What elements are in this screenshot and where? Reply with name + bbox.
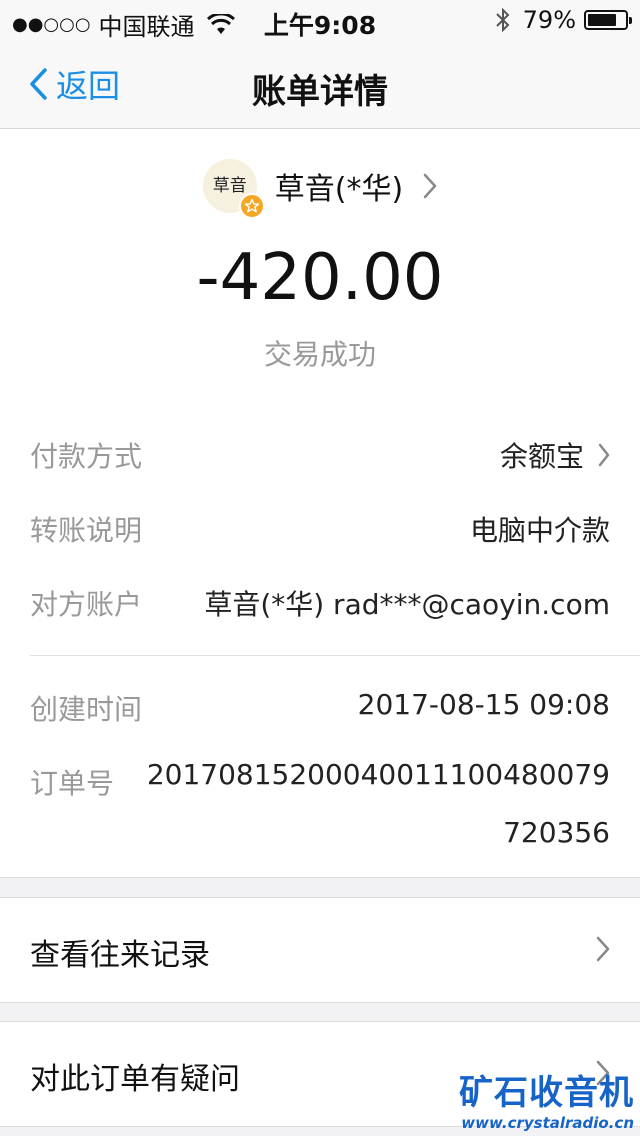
transfer-note-value: 电脑中介款 xyxy=(469,514,610,547)
order-number-line2: 720356 xyxy=(503,816,610,849)
divider xyxy=(30,655,640,656)
payee-name: 草音(*华) xyxy=(274,172,404,207)
counterparty-account-label: 对方账户 xyxy=(30,588,143,621)
battery-percent: 79% xyxy=(522,6,576,34)
view-history-label: 查看往来记录 xyxy=(30,938,210,973)
chevron-right-icon xyxy=(598,443,610,467)
transfer-note-row: 转账说明 电脑中介款 xyxy=(30,503,610,553)
page-title: 账单详情 xyxy=(252,72,388,112)
status-bar: ●●○○○ 中国联通 上午9:08 79% xyxy=(0,0,640,41)
created-time-value: 2017-08-15 09:08 xyxy=(357,688,610,721)
payment-method-row[interactable]: 付款方式 余额宝 xyxy=(30,429,610,479)
watermark-url: www.crystalradio.cn xyxy=(461,1114,634,1132)
transaction-amount: -420.00 xyxy=(196,241,444,315)
counterparty-account-row: 对方账户 草音(*华) rad***@caoyin.com xyxy=(30,577,610,627)
view-history-button[interactable]: 查看往来记录 xyxy=(0,897,640,1003)
navigation-bar: 返回 账单详情 xyxy=(0,40,640,129)
transfer-note-label: 转账说明 xyxy=(30,514,143,547)
order-number-row: 订单号 2017081520004001110048007​9 720356 xyxy=(30,756,610,856)
order-question-label: 对此订单有疑问 xyxy=(30,1062,240,1097)
battery-icon xyxy=(584,10,632,30)
star-badge-icon xyxy=(238,193,265,219)
created-time-row: 创建时间 2017-08-15 09:08 xyxy=(30,682,610,732)
bluetooth-icon xyxy=(495,7,510,33)
bill-detail-card: 草音 草音(*华) -420.00 交易成功 付款方式 余额宝 转账说明 电脑中… xyxy=(0,129,640,878)
payee-row[interactable]: 草音 草音(*华) xyxy=(0,155,640,219)
chevron-right-icon xyxy=(596,936,610,962)
order-number-label: 订单号 xyxy=(30,767,115,800)
chevron-right-icon xyxy=(423,173,437,199)
transaction-status: 交易成功 xyxy=(263,338,376,371)
avatar: 草音 xyxy=(202,159,265,219)
watermark-title: 矿石收音机 xyxy=(459,1073,634,1113)
payment-method-value: 余额宝 xyxy=(499,440,584,473)
counterparty-account-value: 草音(*华) rad***@caoyin.com xyxy=(204,588,610,621)
order-number-line1: 2017081520004001110048007​9 xyxy=(146,758,610,791)
created-time-label: 创建时间 xyxy=(30,693,143,726)
watermark: 矿石收音机 www.crystalradio.cn xyxy=(459,1065,634,1132)
payment-method-label: 付款方式 xyxy=(30,440,143,473)
